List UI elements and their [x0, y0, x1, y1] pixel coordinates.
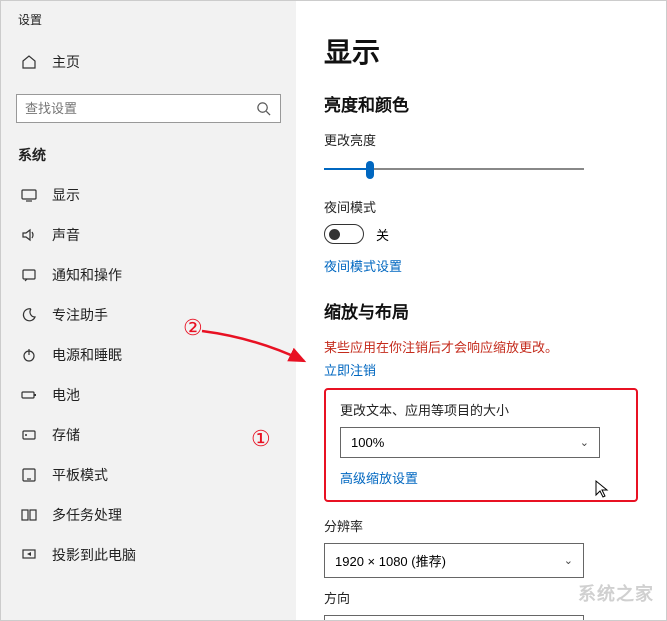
annotation-highlight-box: 更改文本、应用等项目的大小 100% ⌄ 高级缩放设置	[324, 388, 638, 502]
sidebar-item-tablet[interactable]: 平板模式	[16, 455, 281, 495]
logout-now-link[interactable]: 立即注销	[324, 360, 376, 379]
sidebar: 设置 主页 系统 显示 声音 通知和操作	[1, 1, 296, 620]
nav-label: 存储	[52, 425, 80, 445]
sidebar-item-power[interactable]: 电源和睡眠	[16, 335, 281, 375]
sidebar-item-storage[interactable]: 存储	[16, 415, 281, 455]
nav-label: 声音	[52, 225, 80, 245]
toggle-state-label: 关	[376, 225, 389, 244]
search-input-container[interactable]	[16, 94, 281, 123]
nav-label: 多任务处理	[52, 505, 122, 525]
project-icon	[20, 547, 38, 563]
multitask-icon	[20, 507, 38, 523]
nav-label: 专注助手	[52, 305, 108, 325]
display-icon	[20, 187, 38, 203]
slider-thumb[interactable]	[366, 161, 374, 179]
sound-icon	[20, 227, 38, 243]
sidebar-item-sound[interactable]: 声音	[16, 215, 281, 255]
nav-label: 投影到此电脑	[52, 545, 136, 565]
resolution-label: 分辨率	[324, 516, 638, 535]
slider-fill	[324, 168, 372, 170]
resolution-value: 1920 × 1080 (推荐)	[335, 551, 446, 570]
nav-label: 电源和睡眠	[52, 345, 122, 365]
advanced-scale-link[interactable]: 高级缩放设置	[340, 468, 418, 487]
scale-select[interactable]: 100% ⌄	[340, 427, 600, 458]
section-scale-title: 缩放与布局	[324, 298, 638, 323]
sidebar-item-battery[interactable]: 电池	[16, 375, 281, 415]
sidebar-section-title: 系统	[16, 145, 281, 165]
chevron-down-icon: ⌄	[564, 554, 573, 567]
search-input[interactable]	[25, 101, 256, 116]
search-icon	[256, 101, 272, 116]
brightness-label: 更改亮度	[324, 130, 638, 149]
night-mode-settings-link[interactable]: 夜间模式设置	[324, 256, 402, 275]
scale-select-label: 更改文本、应用等项目的大小	[340, 400, 622, 419]
home-icon	[20, 54, 38, 70]
nav-label: 电池	[52, 385, 80, 405]
storage-icon	[20, 427, 38, 443]
power-icon	[20, 347, 38, 363]
sidebar-item-focus[interactable]: 专注助手	[16, 295, 281, 335]
night-mode-toggle[interactable]	[324, 224, 364, 244]
home-label: 主页	[52, 52, 80, 72]
page-title: 显示	[324, 31, 638, 71]
tablet-icon	[20, 467, 38, 483]
sidebar-item-multitask[interactable]: 多任务处理	[16, 495, 281, 535]
chevron-down-icon: ⌄	[580, 436, 589, 449]
resolution-select[interactable]: 1920 × 1080 (推荐) ⌄	[324, 543, 584, 578]
main-content: 显示 亮度和颜色 更改亮度 夜间模式 关 夜间模式设置 缩放与布局 某些应用在你…	[296, 1, 666, 620]
toggle-knob	[329, 229, 340, 240]
app-title: 设置	[16, 11, 281, 28]
nav-label: 显示	[52, 185, 80, 205]
orientation-label: 方向	[324, 588, 638, 607]
moon-icon	[20, 307, 38, 323]
sidebar-item-notifications[interactable]: 通知和操作	[16, 255, 281, 295]
nav-label: 平板模式	[52, 465, 108, 485]
notification-icon	[20, 267, 38, 283]
battery-icon	[20, 387, 38, 403]
scale-select-value: 100%	[351, 435, 384, 450]
orientation-select[interactable]: 横向 ⌄	[324, 615, 584, 620]
home-button[interactable]: 主页	[16, 46, 281, 78]
scale-warning-text: 某些应用在你注销后才会响应缩放更改。	[324, 337, 638, 356]
brightness-slider[interactable]	[324, 157, 584, 181]
night-mode-label: 夜间模式	[324, 197, 638, 216]
section-brightness-title: 亮度和颜色	[324, 91, 638, 116]
nav-label: 通知和操作	[52, 265, 122, 285]
sidebar-item-project[interactable]: 投影到此电脑	[16, 535, 281, 575]
sidebar-item-display[interactable]: 显示	[16, 175, 281, 215]
